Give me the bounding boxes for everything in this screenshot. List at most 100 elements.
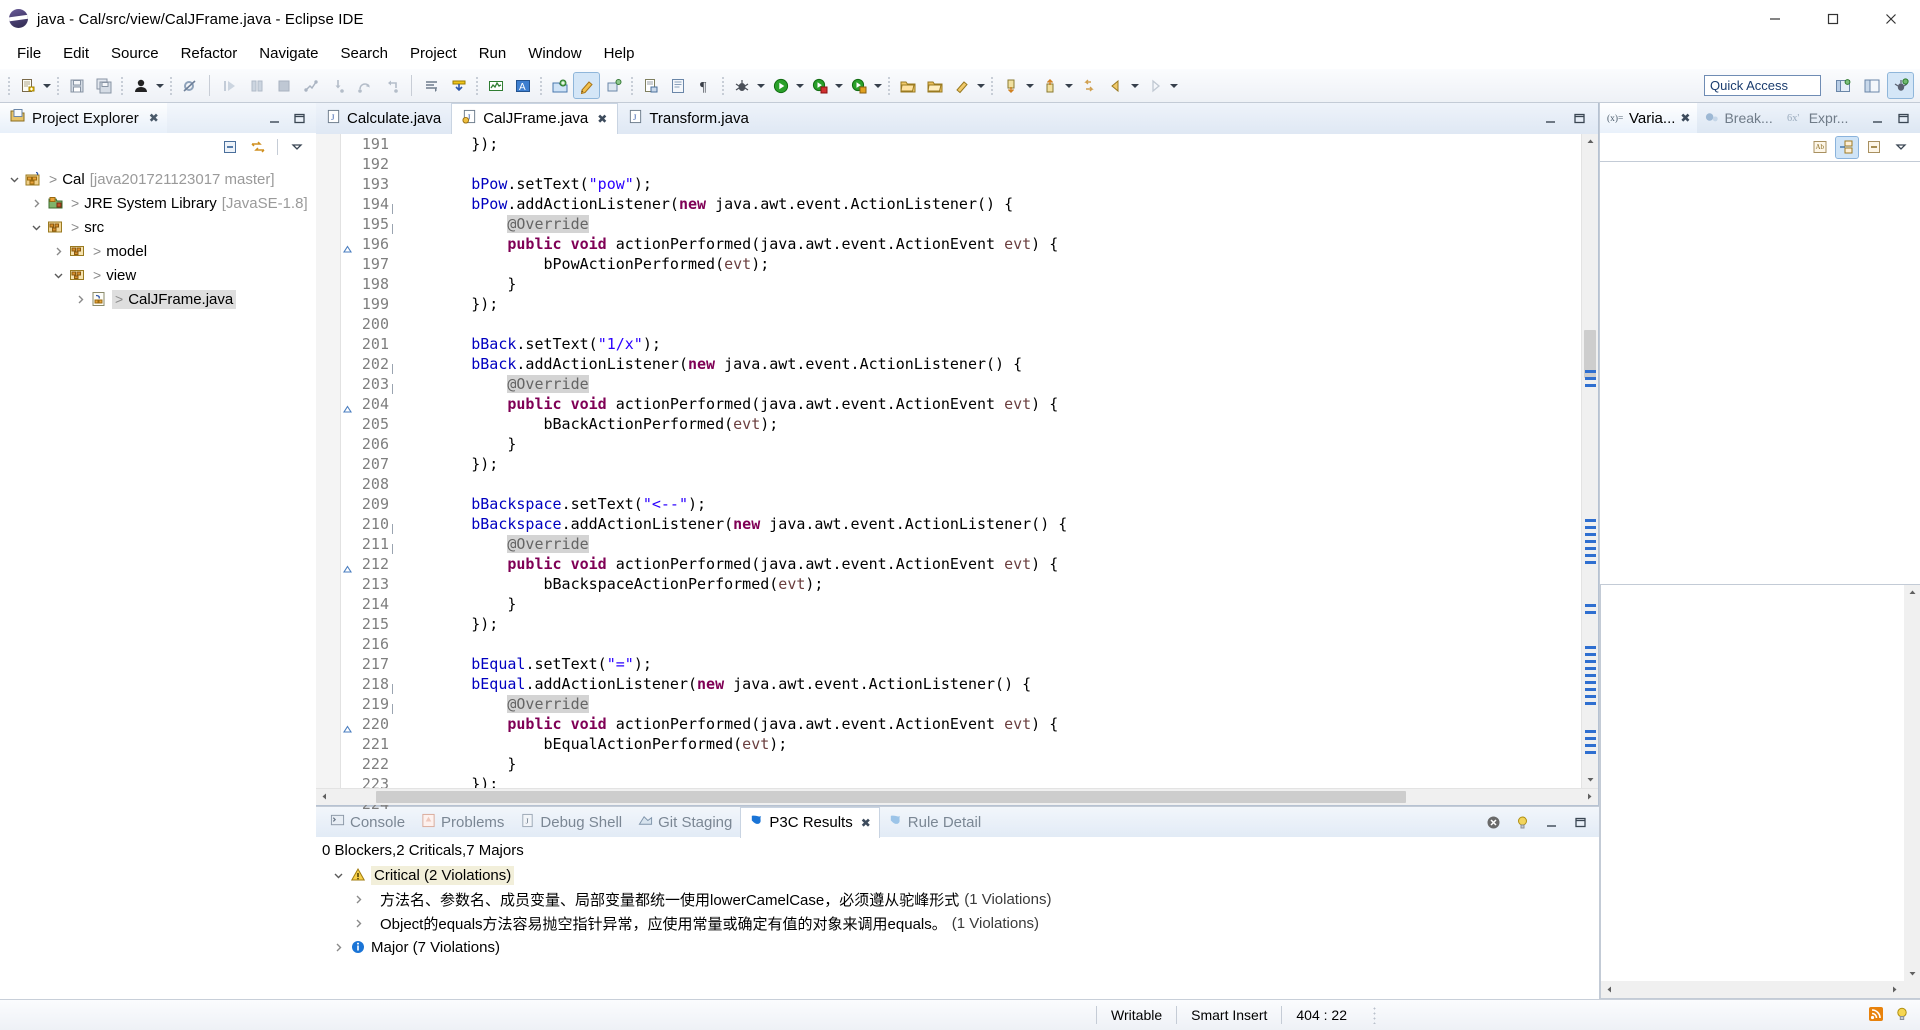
- previous-annotation-dropdown[interactable]: [1063, 73, 1075, 98]
- scroll-right-arrow[interactable]: [1581, 788, 1598, 805]
- source-code[interactable]: }); bPow.setText("pow"); bPow.addActionL…: [393, 133, 1581, 788]
- clear-icon[interactable]: [1482, 812, 1504, 832]
- chevron-right-icon[interactable]: [28, 191, 45, 215]
- maximize-icon[interactable]: [1569, 812, 1591, 832]
- close-icon[interactable]: ✖: [861, 816, 871, 830]
- quick-access-input[interactable]: Quick Access: [1704, 75, 1821, 96]
- type-names-icon[interactable]: Ab: [1809, 137, 1831, 158]
- violation-group-major[interactable]: Major (7 Violations): [322, 935, 1599, 959]
- user-icon[interactable]: [128, 73, 153, 98]
- code-line[interactable]: }: [393, 754, 1581, 774]
- scroll-left-arrow[interactable]: [316, 788, 333, 805]
- tab-project-explorer[interactable]: Project Explorer ✖: [0, 103, 167, 133]
- violations-list[interactable]: Critical (2 Violations) 方法名、参数名、成员变量、局部变…: [316, 863, 1599, 999]
- step-return-icon[interactable]: [379, 73, 404, 98]
- detail-horizontal-scrollbar[interactable]: [1601, 981, 1920, 998]
- open-folder-icon[interactable]: [895, 73, 920, 98]
- next-annotation-dropdown[interactable]: [1024, 73, 1036, 98]
- save-all-icon[interactable]: [91, 73, 116, 98]
- detail-vertical-scrollbar[interactable]: [1904, 584, 1920, 998]
- previous-annotation-icon[interactable]: [1037, 73, 1062, 98]
- step-into-icon[interactable]: [325, 73, 350, 98]
- forward-arrow-icon[interactable]: [1142, 73, 1167, 98]
- menu-file[interactable]: File: [6, 41, 52, 67]
- step-over-icon[interactable]: [352, 73, 377, 98]
- minimize-window-button[interactable]: [1746, 0, 1804, 38]
- code-line[interactable]: }: [393, 594, 1581, 614]
- chevron-right-icon[interactable]: [348, 894, 368, 905]
- run-play-icon[interactable]: [768, 73, 793, 98]
- overview-ruler[interactable]: [1582, 134, 1598, 788]
- code-line[interactable]: });: [393, 614, 1581, 634]
- minimize-icon[interactable]: [1866, 108, 1888, 128]
- back-dropdown[interactable]: [1129, 73, 1141, 98]
- collapse-all-icon[interactable]: [1863, 137, 1885, 158]
- code-line[interactable]: @Override: [393, 534, 1581, 554]
- pilcrow-icon[interactable]: ¶: [692, 73, 717, 98]
- editor-horizontal-scrollbar[interactable]: [316, 787, 1598, 805]
- tab-breakpoints[interactable]: Break...: [1697, 103, 1779, 133]
- tip-bulb-icon[interactable]: [1894, 1006, 1910, 1025]
- close-window-button[interactable]: [1862, 0, 1920, 38]
- chevron-down-icon[interactable]: [328, 870, 348, 881]
- coverage-run-dropdown[interactable]: [833, 73, 845, 98]
- forward-dropdown[interactable]: [1168, 73, 1180, 98]
- save-icon[interactable]: [64, 73, 89, 98]
- status-handle[interactable]: [1373, 1006, 1376, 1024]
- coverage-run-icon[interactable]: [807, 73, 832, 98]
- code-line[interactable]: public void actionPerformed(java.awt.eve…: [393, 554, 1581, 574]
- tree-row-project[interactable]: > Cal [java201721123017 master]: [0, 167, 316, 191]
- suspend-icon[interactable]: [244, 73, 269, 98]
- code-line[interactable]: bEqual.setText("=");: [393, 654, 1581, 674]
- external-tools-dropdown[interactable]: [872, 73, 884, 98]
- code-line[interactable]: [393, 634, 1581, 654]
- menu-help[interactable]: Help: [593, 41, 646, 67]
- minimize-icon[interactable]: [1539, 108, 1561, 128]
- violation-item[interactable]: Object的equals方法容易抛空指针异常，应使用常量或确定有值的对象来调用…: [322, 911, 1599, 935]
- code-line[interactable]: bPow.setText("pow");: [393, 174, 1581, 194]
- chevron-down-icon[interactable]: [50, 263, 67, 287]
- tab-problems[interactable]: Problems: [413, 807, 512, 837]
- terminate-icon[interactable]: [271, 73, 296, 98]
- chevron-down-icon[interactable]: [28, 215, 45, 239]
- menu-window[interactable]: Window: [517, 41, 592, 67]
- code-line[interactable]: bEqualActionPerformed(evt);: [393, 734, 1581, 754]
- view-menu-icon[interactable]: [286, 137, 308, 157]
- maximize-icon[interactable]: [288, 108, 310, 128]
- annotation-ruler[interactable]: [316, 133, 341, 788]
- tree-row-caljframe-java[interactable]: > CalJFrame.java: [0, 287, 316, 311]
- chevron-right-icon[interactable]: [348, 918, 368, 929]
- maximize-icon[interactable]: [1892, 108, 1914, 128]
- maximize-icon[interactable]: [1568, 108, 1590, 128]
- tab-expressions[interactable]: 6x' Expr...: [1780, 103, 1856, 133]
- new-java-project-icon[interactable]: [547, 73, 572, 98]
- code-line[interactable]: bBackspaceActionPerformed(evt);: [393, 574, 1581, 594]
- violation-item[interactable]: 方法名、参数名、成员变量、局部变量都统一使用lowerCamelCase，必须遵…: [322, 887, 1599, 911]
- chevron-down-icon[interactable]: [6, 167, 23, 191]
- code-line[interactable]: public void actionPerformed(java.awt.eve…: [393, 714, 1581, 734]
- code-line[interactable]: [393, 154, 1581, 174]
- code-line[interactable]: bBack.addActionListener(new java.awt.eve…: [393, 354, 1581, 374]
- code-line[interactable]: }: [393, 274, 1581, 294]
- search-wrench-icon[interactable]: [949, 73, 974, 98]
- code-line[interactable]: bBackActionPerformed(evt);: [393, 414, 1581, 434]
- chevron-right-icon[interactable]: [328, 942, 348, 953]
- editor-tab-transform-java[interactable]: J Transform.java: [618, 103, 758, 134]
- horizontal-scroll-thumb[interactable]: [376, 790, 1406, 803]
- code-line[interactable]: }: [393, 434, 1581, 454]
- variable-detail-pane[interactable]: [1600, 583, 1920, 999]
- new-java-package-icon[interactable]: [601, 73, 626, 98]
- code-line[interactable]: [393, 474, 1581, 494]
- editor-vertical-scrollbar[interactable]: [1581, 133, 1598, 788]
- tree-row-src[interactable]: > src: [0, 215, 316, 239]
- code-line[interactable]: public void actionPerformed(java.awt.eve…: [393, 394, 1581, 414]
- drop-to-frame-icon[interactable]: [446, 73, 471, 98]
- back-arrow-icon[interactable]: [1103, 73, 1128, 98]
- perspective-debug-icon[interactable]: [1887, 72, 1914, 99]
- menu-run[interactable]: Run: [468, 41, 518, 67]
- tree-row-view[interactable]: > view: [0, 263, 316, 287]
- tab-variables[interactable]: (x)= Varia... ✖: [1600, 103, 1698, 133]
- code-line[interactable]: bBackspace.setText("<--");: [393, 494, 1581, 514]
- next-annotation-icon[interactable]: [998, 73, 1023, 98]
- open-folder-alt-icon[interactable]: [922, 73, 947, 98]
